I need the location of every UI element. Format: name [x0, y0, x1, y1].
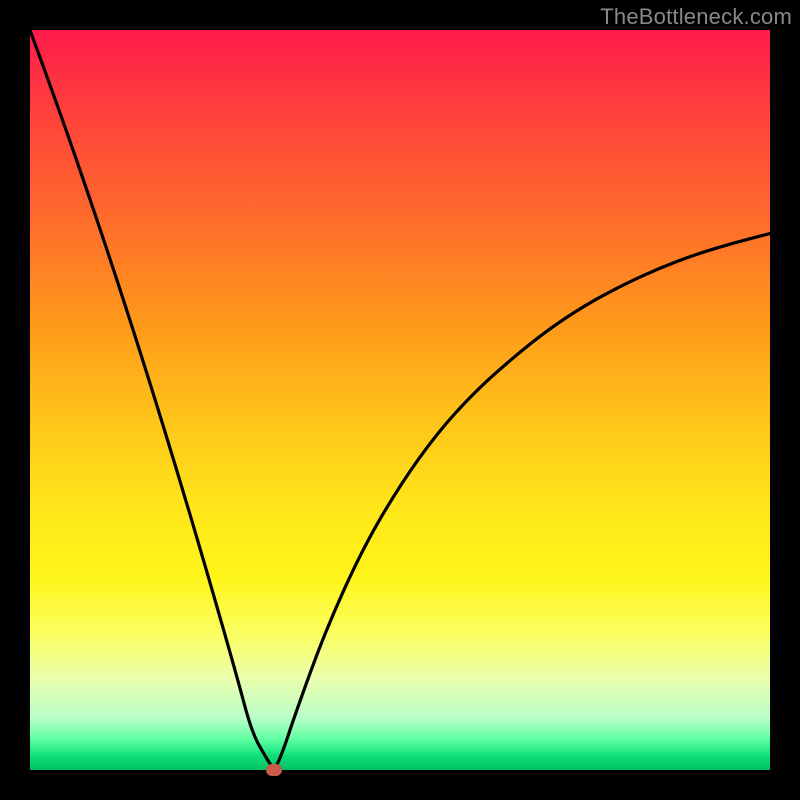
plot-area [30, 30, 770, 770]
optimal-marker [266, 764, 282, 776]
chart-frame: TheBottleneck.com [0, 0, 800, 800]
bottleneck-curve [30, 30, 770, 770]
watermark-text: TheBottleneck.com [600, 4, 792, 30]
